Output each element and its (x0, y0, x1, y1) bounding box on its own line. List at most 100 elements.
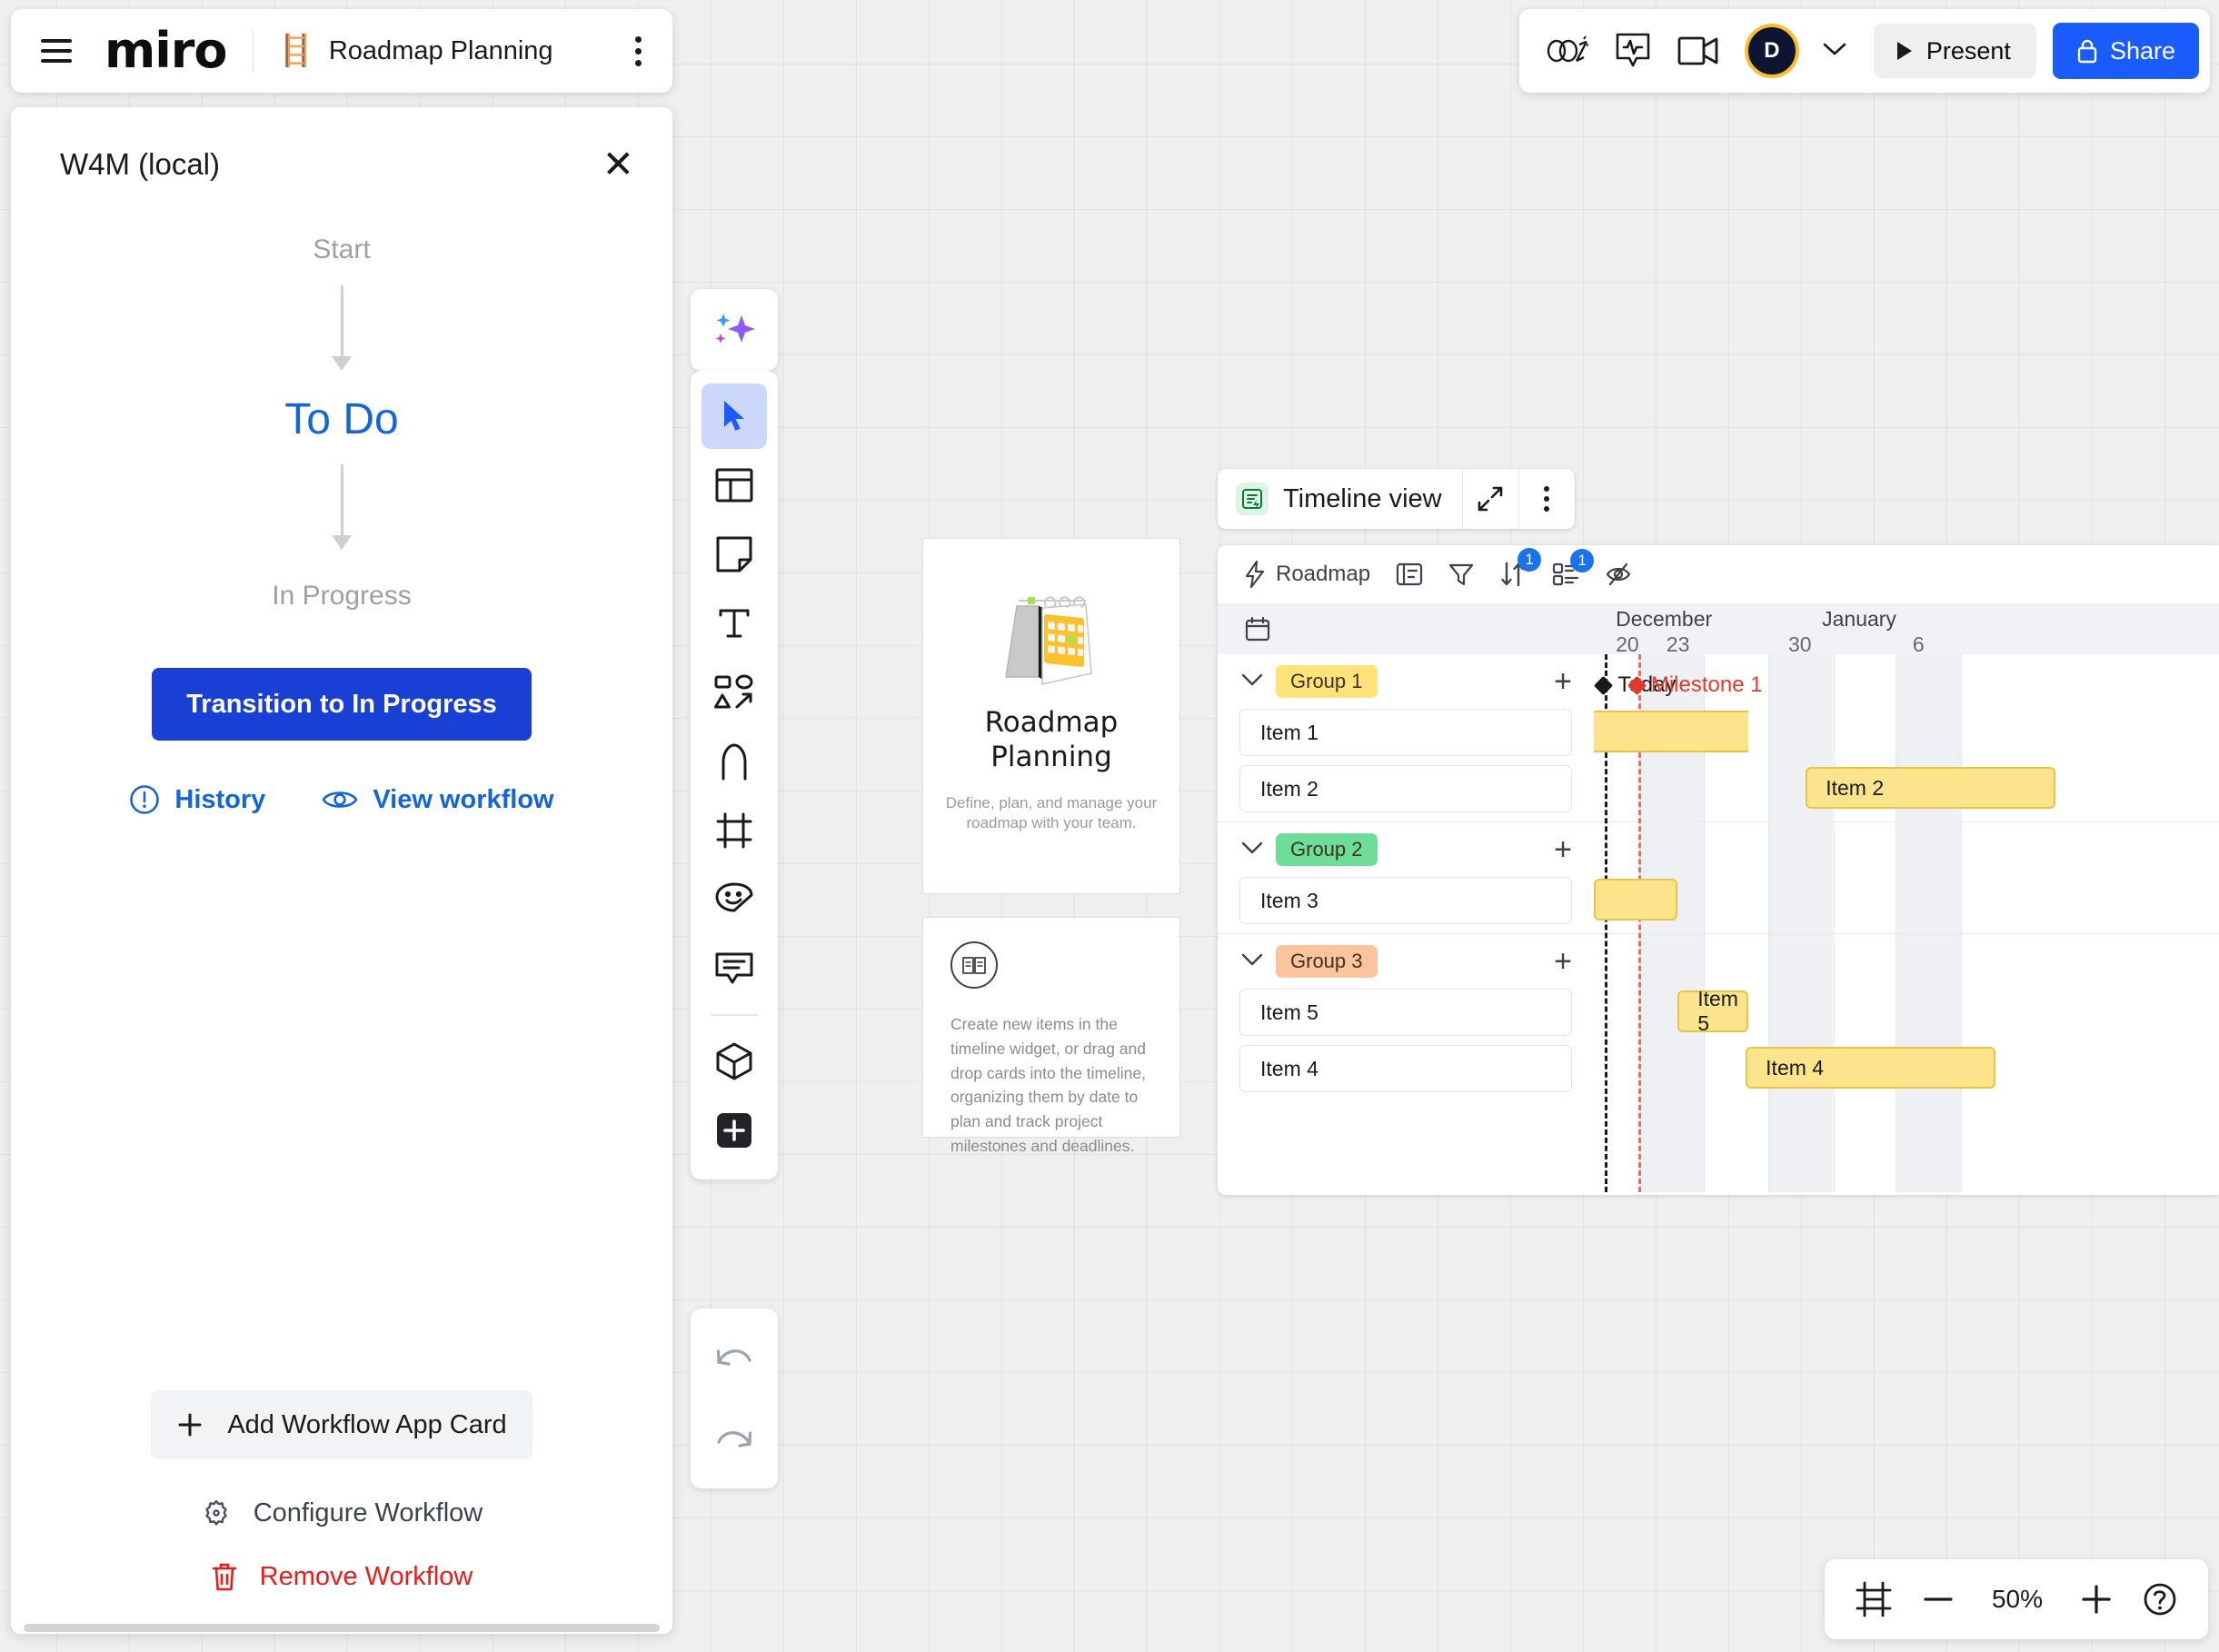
group-chip[interactable]: Group 2 (1276, 833, 1378, 866)
expand-diagonal-icon (1478, 486, 1503, 512)
timeline-hide-button[interactable] (1605, 562, 1632, 587)
timeline-bar[interactable]: Item 2 (1806, 767, 2056, 809)
timeline-item-list: Group 1 + Item 1 Item 2 Group 2 + Item 3 Group … (1218, 654, 1594, 1101)
timeline-bar[interactable] (1594, 879, 1677, 921)
sticky-note-tool[interactable] (702, 522, 767, 587)
more-apps-tool[interactable] (702, 1098, 767, 1163)
horizontal-scrollbar[interactable] (24, 1624, 660, 1632)
timeline-item-row[interactable]: Item 5 (1239, 989, 1572, 1036)
ai-sparkles-icon (715, 313, 755, 343)
present-button[interactable]: Present (1873, 24, 2036, 78)
timeline-bar[interactable] (1594, 711, 1748, 752)
group-chip[interactable]: Group 1 (1276, 665, 1378, 698)
cursor-select-tool[interactable] (702, 383, 767, 449)
timeline-widget-titlebar: Timeline view (1218, 469, 1575, 529)
timeline-title-group[interactable]: Timeline view (1218, 469, 1462, 529)
flow-arrow-down-icon (340, 285, 343, 358)
add-item-button[interactable]: + (1554, 834, 1572, 865)
timeline-source-button[interactable]: Roadmap (1243, 561, 1370, 588)
frame-tool[interactable] (702, 798, 767, 863)
timeline-item-row[interactable]: Item 2 (1239, 765, 1572, 812)
timeline-item-row[interactable]: Item 4 (1239, 1045, 1572, 1092)
miro-logo[interactable]: miro (104, 26, 228, 75)
timeline-filter-button[interactable] (1448, 562, 1474, 587)
remove-label: Remove Workflow (259, 1561, 473, 1591)
weekend-band (1896, 654, 1961, 1192)
timeline-more-menu[interactable] (1517, 469, 1575, 529)
transition-button[interactable]: Transition to In Progress (152, 668, 532, 741)
redo-arrow-icon (717, 1431, 752, 1448)
timeline-rows: Item 2 Item 5 Item 4 Group 1 + Item 1 Item 2 G… (1218, 654, 2219, 1192)
stickers-tool[interactable] (702, 867, 767, 932)
calendar-icon[interactable] (1245, 616, 1270, 646)
undo-arrow-icon (716, 1349, 751, 1366)
chevron-down-icon[interactable] (1823, 42, 1846, 61)
timeline-item-row[interactable]: Item 3 (1239, 877, 1572, 924)
comment-tool[interactable] (702, 936, 767, 1001)
zoom-level-value[interactable]: 50% (1985, 1585, 2050, 1614)
roadmap-planning-card[interactable]: Roadmap Planning Define, plan, and manag… (922, 538, 1180, 894)
timeline-bar[interactable]: Item 5 (1677, 987, 1748, 1035)
view-workflow-link[interactable]: View workflow (322, 784, 554, 815)
eye-icon (322, 791, 358, 808)
board-more-menu-icon[interactable] (635, 35, 642, 66)
workflow-panel-title: W4M (local) (60, 147, 221, 181)
workflow-panel-footer: Add Workflow App Card Configure Workflow… (11, 1390, 672, 1592)
chevron-down-icon[interactable] (1241, 673, 1263, 691)
avatar[interactable]: D (1744, 24, 1799, 78)
add-card-label: Add Workflow App Card (227, 1409, 507, 1439)
sticky-note-icon (716, 536, 752, 572)
group-chip[interactable]: Group 3 (1276, 945, 1378, 978)
expand-button[interactable] (1461, 469, 1518, 529)
week-gridline (1767, 654, 1769, 1192)
activity-pulse-icon[interactable] (1608, 26, 1657, 75)
timeline-month-labels: December January 20 23 30 6 (1594, 603, 2219, 656)
hamburger-menu-icon[interactable] (41, 39, 72, 63)
timeline-group-button[interactable]: 1 (1552, 549, 1595, 587)
celebration-icon[interactable] (1543, 26, 1592, 75)
redo-button[interactable] (702, 1407, 767, 1472)
timeline-group-header: Group 1 + (1218, 654, 1594, 709)
timeline-day-label: 23 (1666, 632, 1690, 656)
templates-tool[interactable] (702, 453, 767, 518)
history-label: History (174, 784, 266, 814)
workflow-panel-header: W4M (local) ✕ (11, 107, 672, 184)
pen-tool[interactable] (702, 729, 767, 794)
undo-redo-toolbar (691, 1309, 778, 1488)
timeline-item-row[interactable]: Item 1 (1239, 709, 1572, 756)
cursor-arrow-icon (724, 401, 744, 431)
chevron-down-icon[interactable] (1241, 841, 1263, 859)
timeline-bar[interactable]: Item 4 (1746, 1047, 1996, 1089)
add-workflow-app-card-button[interactable]: Add Workflow App Card (151, 1390, 532, 1459)
workflow-flow-diagram: Start To Do In Progress (11, 234, 672, 612)
video-camera-icon[interactable] (1674, 26, 1723, 75)
timeline-group-header: Group 3 + (1218, 934, 1594, 989)
trash-icon (212, 1563, 236, 1591)
remove-workflow-button[interactable]: Remove Workflow (11, 1561, 672, 1592)
help-button[interactable] (2143, 1582, 2177, 1617)
timeline-sort-button[interactable]: 1 (1499, 548, 1542, 588)
cube-box-icon (716, 1042, 752, 1080)
share-button[interactable]: Share (2052, 23, 2199, 79)
history-link[interactable]: History (129, 784, 265, 815)
undo-button[interactable] (702, 1325, 767, 1390)
plus-icon (2082, 1585, 2111, 1614)
timeline-fields-button[interactable] (1396, 561, 1423, 588)
add-item-button[interactable]: + (1554, 666, 1572, 697)
fit-to-screen-button[interactable] (1856, 1581, 1892, 1617)
add-item-button[interactable]: + (1554, 946, 1572, 977)
ai-tool-button[interactable] (691, 289, 778, 371)
close-icon[interactable]: ✕ (602, 145, 634, 184)
timeline-day-label: 20 (1616, 632, 1639, 656)
shapes-tool[interactable] (702, 660, 767, 725)
text-tool[interactable] (702, 591, 767, 656)
zoom-in-button[interactable] (2081, 1584, 2112, 1615)
view-workflow-label: View workflow (373, 784, 554, 814)
chevron-down-icon[interactable] (1241, 953, 1263, 970)
info-card[interactable]: Create new items in the timeline widget,… (922, 917, 1180, 1155)
board-title[interactable]: Roadmap Planning (329, 36, 553, 66)
configure-workflow-button[interactable]: Configure Workflow (11, 1498, 672, 1528)
zoom-out-button[interactable] (1923, 1595, 1954, 1604)
apps-tool[interactable] (702, 1029, 767, 1094)
milestone-marker[interactable]: Milestone 1 (1627, 672, 1763, 698)
